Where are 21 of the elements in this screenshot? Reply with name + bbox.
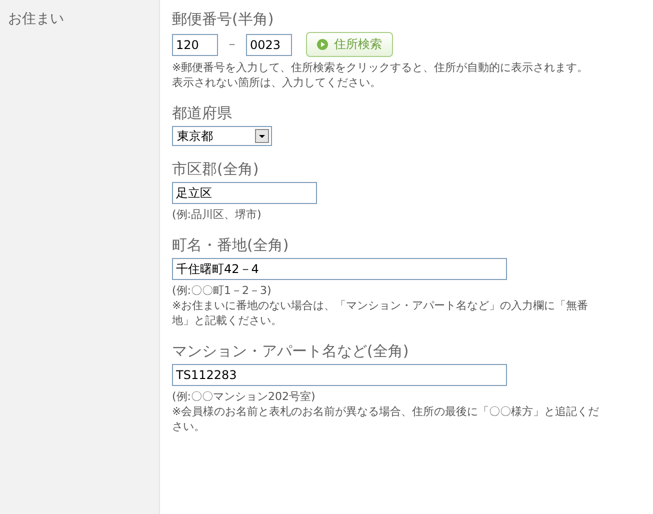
separator: －: [226, 36, 238, 53]
field-label: 郵便番号(半角): [172, 10, 275, 29]
help-text: ※会員様のお名前と表札のお名前が異なる場合、住所の最後に「〇〇様方」と追記ください。: [172, 404, 600, 434]
field-label: マンション・アパート名など(全角): [172, 342, 410, 361]
field-label: 市区郡(全角): [172, 160, 260, 179]
help-text: (例:品川区、堺市): [172, 207, 262, 222]
help-text: (例:〇〇マンション202号室): [172, 389, 316, 404]
postal-code-field[interactable]: 120: [172, 34, 218, 56]
help-text: ※郵便番号を入力して、住所検索をクリックすると、住所が自動的に表示されます。: [172, 60, 590, 75]
field-label: 都道府県: [172, 104, 233, 123]
postal-code-field[interactable]: 0023: [246, 34, 292, 56]
play-icon: [317, 39, 328, 50]
prefecture-dropdown[interactable]: 東京都: [172, 126, 272, 146]
input-field[interactable]: TS112283: [172, 364, 507, 386]
input-field[interactable]: 足立区: [172, 182, 317, 204]
help-text: (例:〇〇町1－2－3): [172, 283, 272, 298]
help-text: ※お住まいに番地のない場合は、「マンション・アパート名など」の入力欄に「無番地」と記載ください。: [172, 298, 590, 328]
field-label: 町名・番地(全角): [172, 236, 290, 255]
section-label: お住まい: [8, 11, 64, 27]
input-field[interactable]: 千住曙町42－4: [172, 258, 507, 280]
help-text: 表示されない箇所は、入力してください。: [172, 75, 382, 90]
